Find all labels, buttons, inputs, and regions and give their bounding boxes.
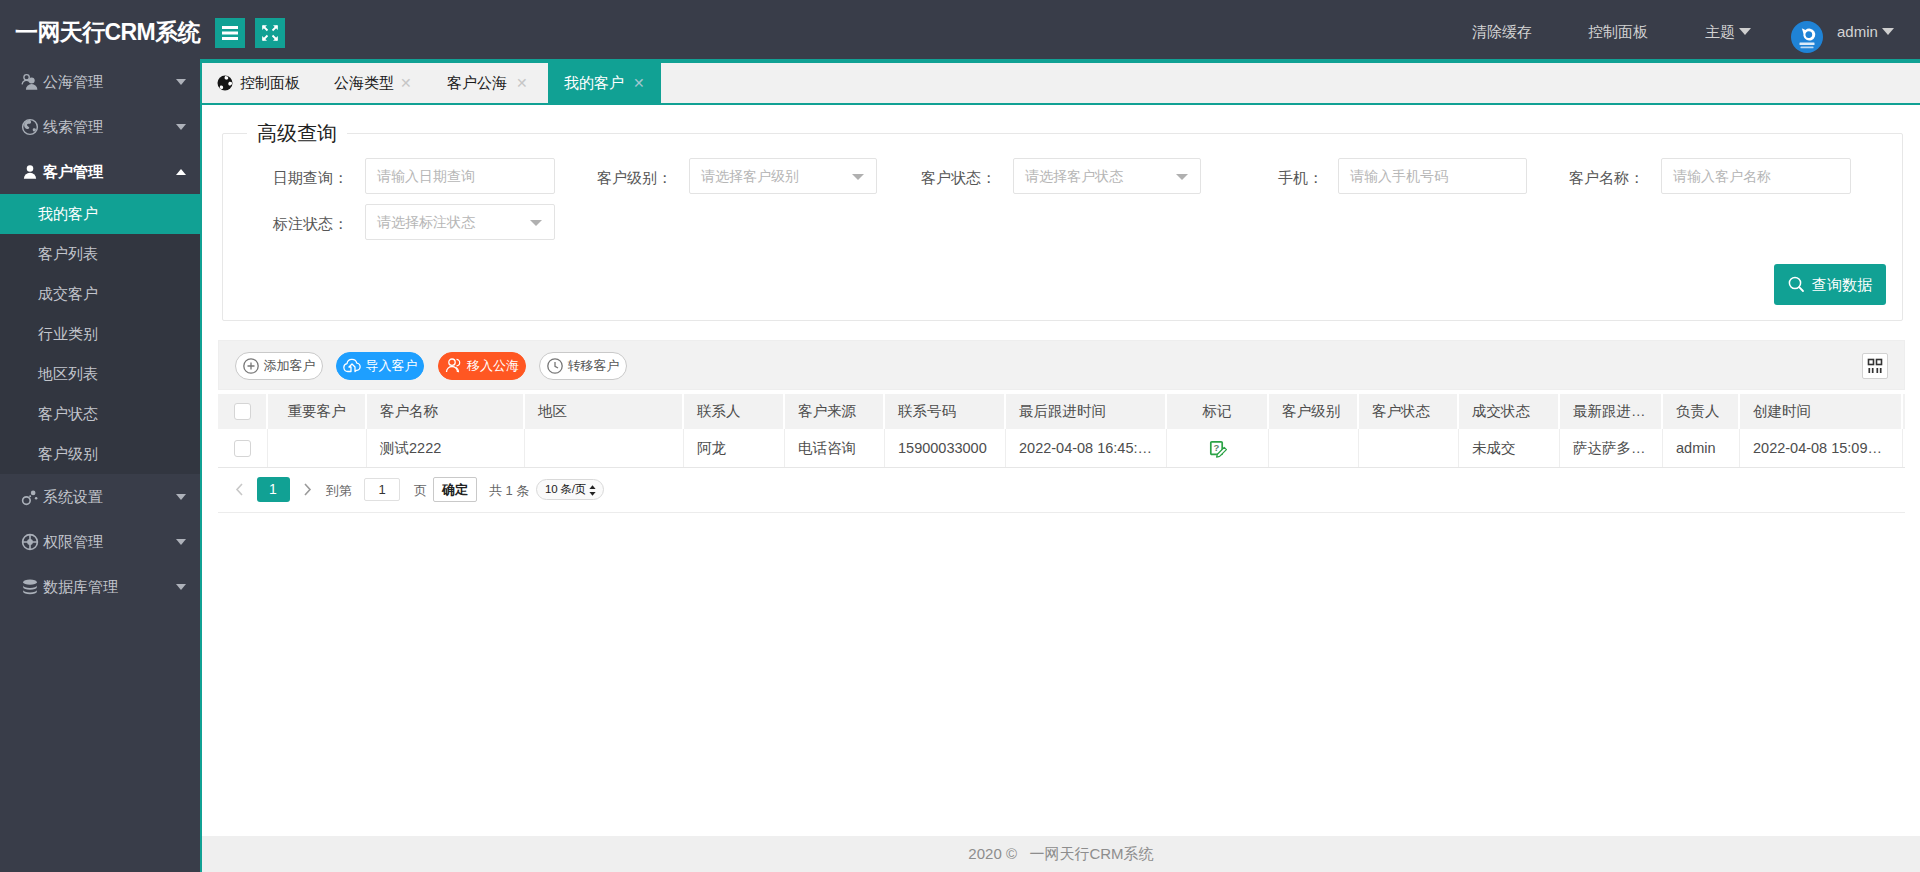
svg-text:?: ?	[1213, 442, 1219, 453]
